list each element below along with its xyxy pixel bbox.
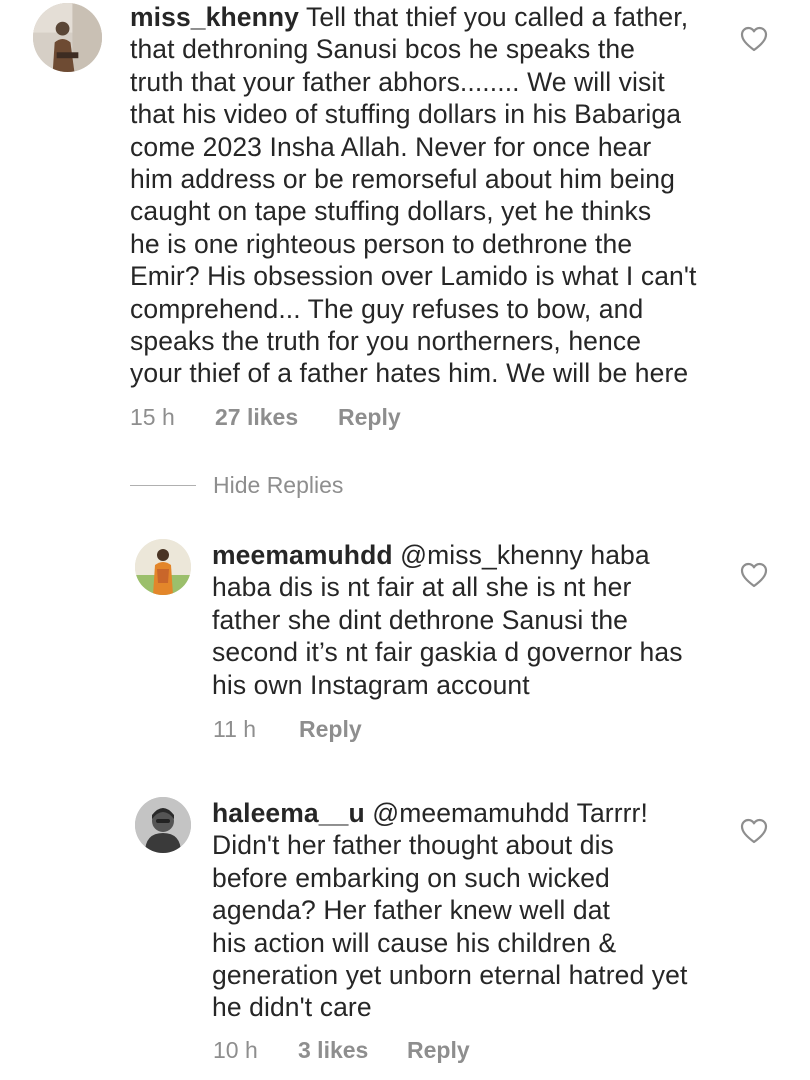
like-heart-icon[interactable] [740, 818, 768, 844]
user-avatar[interactable] [33, 3, 102, 72]
comment-username[interactable]: meemamuhdd [212, 540, 393, 570]
comment-line: Didn't her father thought about dis [212, 830, 614, 861]
avatar-photo-icon [135, 797, 191, 853]
comment-line: generation yet unborn eternal hatred yet [212, 960, 688, 991]
likes-count-button[interactable]: 27 likes [215, 404, 298, 431]
comment-meta: 11 h Reply [213, 716, 513, 746]
hide-replies-label[interactable]: Hide Replies [213, 472, 343, 499]
comment-line: second it’s nt fair gaskia d governor ha… [212, 637, 683, 668]
hide-replies-toggle[interactable]: Hide Replies [130, 470, 430, 502]
user-avatar[interactable] [135, 539, 191, 595]
comment-line: haba [590, 540, 650, 570]
comment-line: him address or be remorseful about him b… [130, 164, 675, 195]
comment-line: his action will cause his children & [212, 927, 617, 958]
comment-line: your thief of a father hates him. We wil… [130, 358, 689, 389]
comment-username[interactable]: haleema__u [212, 798, 365, 828]
reply-button[interactable]: Reply [407, 1037, 470, 1064]
divider-line [130, 485, 196, 486]
likes-count-button[interactable]: 3 likes [298, 1037, 368, 1064]
reply-button[interactable]: Reply [338, 404, 401, 431]
comment-timestamp: 15 h [130, 404, 175, 430]
comment-line: before embarking on such wicked [212, 862, 610, 893]
comment-username[interactable]: miss_khenny [130, 2, 299, 32]
user-avatar[interactable] [135, 797, 191, 853]
comment-line: he didn't care [212, 992, 372, 1023]
like-heart-icon[interactable] [740, 26, 768, 52]
comment-line: he is one righteous person to dethrone t… [130, 228, 633, 259]
comment-line: that dethroning Sanusi bcos he speaks th… [130, 34, 635, 65]
comment-line: haba dis is nt fair at all she is nt her [212, 572, 632, 603]
comment-line: father she dint dethrone Sanusi the [212, 604, 629, 635]
comment-timestamp: 11 h [213, 716, 257, 742]
comment-line: Emir? His obsession over Lamido is what … [130, 261, 697, 292]
mention-link[interactable]: @meemamuhdd [372, 798, 569, 828]
comment-line: truth that your father abhors........ We… [130, 66, 665, 97]
comment-line: his own Instagram account [212, 669, 530, 700]
comment-timestamp: 10 h [213, 1037, 258, 1063]
comment-line: agenda? Her father knew well dat [212, 895, 610, 926]
avatar-photo-icon [33, 3, 102, 72]
like-heart-icon[interactable] [740, 562, 768, 588]
comment-meta: 15 h 27 likes Reply [130, 404, 530, 434]
comment-meta: 10 h 3 likes Reply [213, 1037, 533, 1067]
comment-body: meemamuhdd @miss_khenny haba haba dis is… [212, 539, 683, 701]
comment-line: caught on tape stuffing dollars, yet he … [130, 196, 652, 227]
reply-button[interactable]: Reply [299, 716, 362, 743]
comment-body: miss_khenny Tell that thief you called a… [130, 1, 697, 390]
comment-body: haleema__u @meemamuhdd Tarrrr! Didn't he… [212, 797, 687, 1024]
comment-line: speaks the truth for you northerners, he… [130, 326, 642, 357]
comment-line: comprehend... The guy refuses to bow, an… [130, 293, 644, 324]
comment-line: come 2023 Insha Allah. Never for once he… [130, 131, 652, 162]
avatar-photo-icon [135, 539, 191, 595]
mention-link[interactable]: @miss_khenny [400, 540, 583, 570]
comment-line: Tarrrr! [576, 798, 648, 828]
comment-line: that his video of stuffing dollars in hi… [130, 99, 682, 130]
comment-line: Tell that thief you called a father, [306, 2, 689, 32]
